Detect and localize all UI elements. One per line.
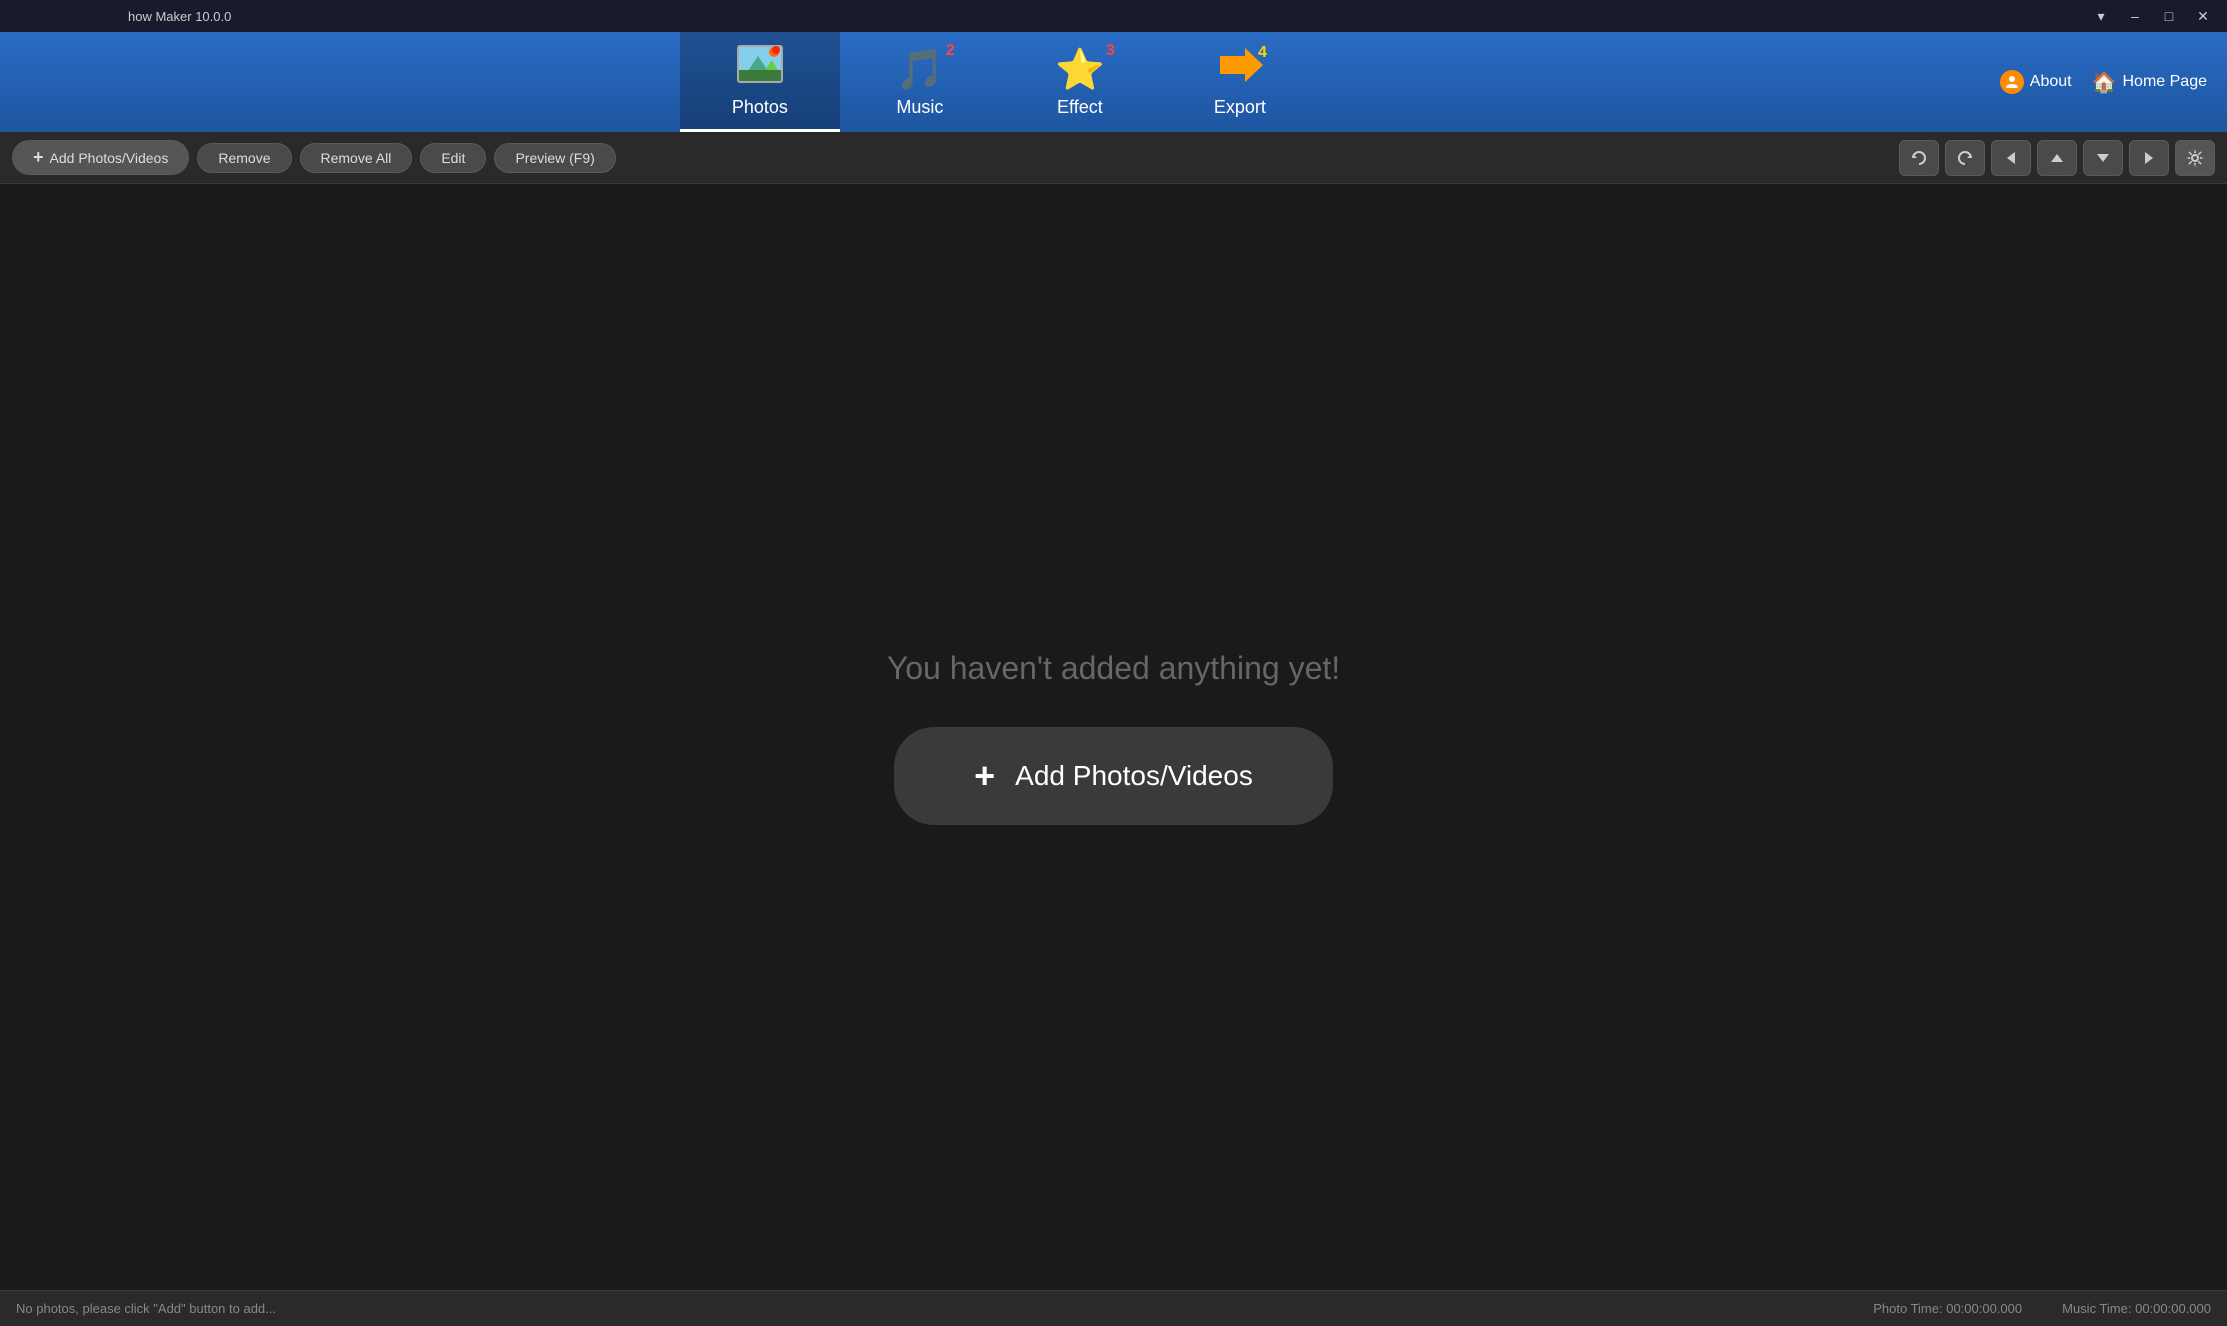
tab-music-label: Music (896, 97, 943, 118)
add-big-plus-icon: + (974, 755, 995, 797)
music-time: Music Time: 00:00:00.000 (2062, 1301, 2211, 1316)
preview-button[interactable]: Preview (F9) (494, 143, 615, 173)
remove-all-button[interactable]: Remove All (300, 143, 413, 173)
add-photos-big-button[interactable]: + Add Photos/Videos (894, 727, 1333, 825)
status-message: No photos, please click "Add" button to … (16, 1301, 276, 1316)
tab-photos-label: Photos (732, 97, 788, 118)
dropdown-btn[interactable]: ▾ (2085, 3, 2117, 29)
close-button[interactable]: ✕ (2187, 3, 2219, 29)
app-title: how Maker 10.0.0 (8, 9, 231, 24)
tab-photos[interactable]: Photos (680, 32, 840, 132)
move-down-button[interactable] (2083, 140, 2123, 176)
about-label: About (2030, 73, 2072, 91)
effect-number: 3 (1106, 42, 1115, 60)
status-right: Photo Time: 00:00:00.000 Music Time: 00:… (1873, 1301, 2211, 1316)
minimize-button[interactable]: – (2119, 3, 2151, 29)
tab-export-label: Export (1214, 97, 1266, 118)
effect-icon: ⭐ 3 (1055, 46, 1105, 93)
export-icon: 4 (1215, 46, 1265, 93)
music-icon: 🎵 2 (895, 46, 945, 93)
homepage-label: Home Page (2123, 73, 2208, 91)
photo-time-value: 00:00:00.000 (1946, 1301, 2022, 1316)
move-up-button[interactable] (2037, 140, 2077, 176)
main-content: You haven't added anything yet! + Add Ph… (0, 184, 2227, 1290)
top-nav: Photos 🎵 2 Music ⭐ 3 Effect (0, 32, 2227, 132)
add-photos-button[interactable]: + Add Photos/Videos (12, 140, 189, 175)
nav-right: About 🏠 Home Page (2000, 32, 2227, 132)
home-icon: 🏠 (2092, 70, 2117, 95)
music-time-label: Music Time: (2062, 1301, 2135, 1316)
move-left-button[interactable] (1991, 140, 2031, 176)
photo-time-label: Photo Time: (1873, 1301, 1942, 1316)
maximize-button[interactable]: □ (2153, 3, 2185, 29)
redo-button[interactable] (1945, 140, 1985, 176)
edit-button[interactable]: Edit (420, 143, 486, 173)
add-big-label: Add Photos/Videos (1015, 760, 1253, 792)
move-right-button[interactable] (2129, 140, 2169, 176)
export-number: 4 (1258, 44, 1267, 62)
toolbar-right (1899, 140, 2215, 176)
add-plus-icon: + (33, 147, 44, 168)
tab-export[interactable]: 4 Export (1160, 32, 1320, 132)
music-number: 2 (946, 42, 955, 60)
photos-icon (736, 44, 784, 93)
title-bar: how Maker 10.0.0 ▾ – □ ✕ (0, 0, 2227, 32)
tab-effect[interactable]: ⭐ 3 Effect (1000, 32, 1160, 132)
status-bar: No photos, please click "Add" button to … (0, 1290, 2227, 1326)
remove-button[interactable]: Remove (197, 143, 291, 173)
toolbar: + Add Photos/Videos Remove Remove All Ed… (0, 132, 2227, 184)
undo-button[interactable] (1899, 140, 1939, 176)
add-photos-label: Add Photos/Videos (50, 150, 169, 166)
music-time-value: 00:00:00.000 (2135, 1301, 2211, 1316)
tab-effect-label: Effect (1057, 97, 1103, 118)
empty-message: You haven't added anything yet! (887, 650, 1340, 687)
settings-button[interactable] (2175, 140, 2215, 176)
homepage-button[interactable]: 🏠 Home Page (2092, 70, 2207, 95)
photo-time: Photo Time: 00:00:00.000 (1873, 1301, 2022, 1316)
about-icon (2000, 70, 2024, 94)
nav-tabs: Photos 🎵 2 Music ⭐ 3 Effect (0, 32, 2000, 132)
tab-music[interactable]: 🎵 2 Music (840, 32, 1000, 132)
window-controls: ▾ – □ ✕ (2085, 3, 2219, 29)
about-button[interactable]: About (2000, 70, 2072, 94)
